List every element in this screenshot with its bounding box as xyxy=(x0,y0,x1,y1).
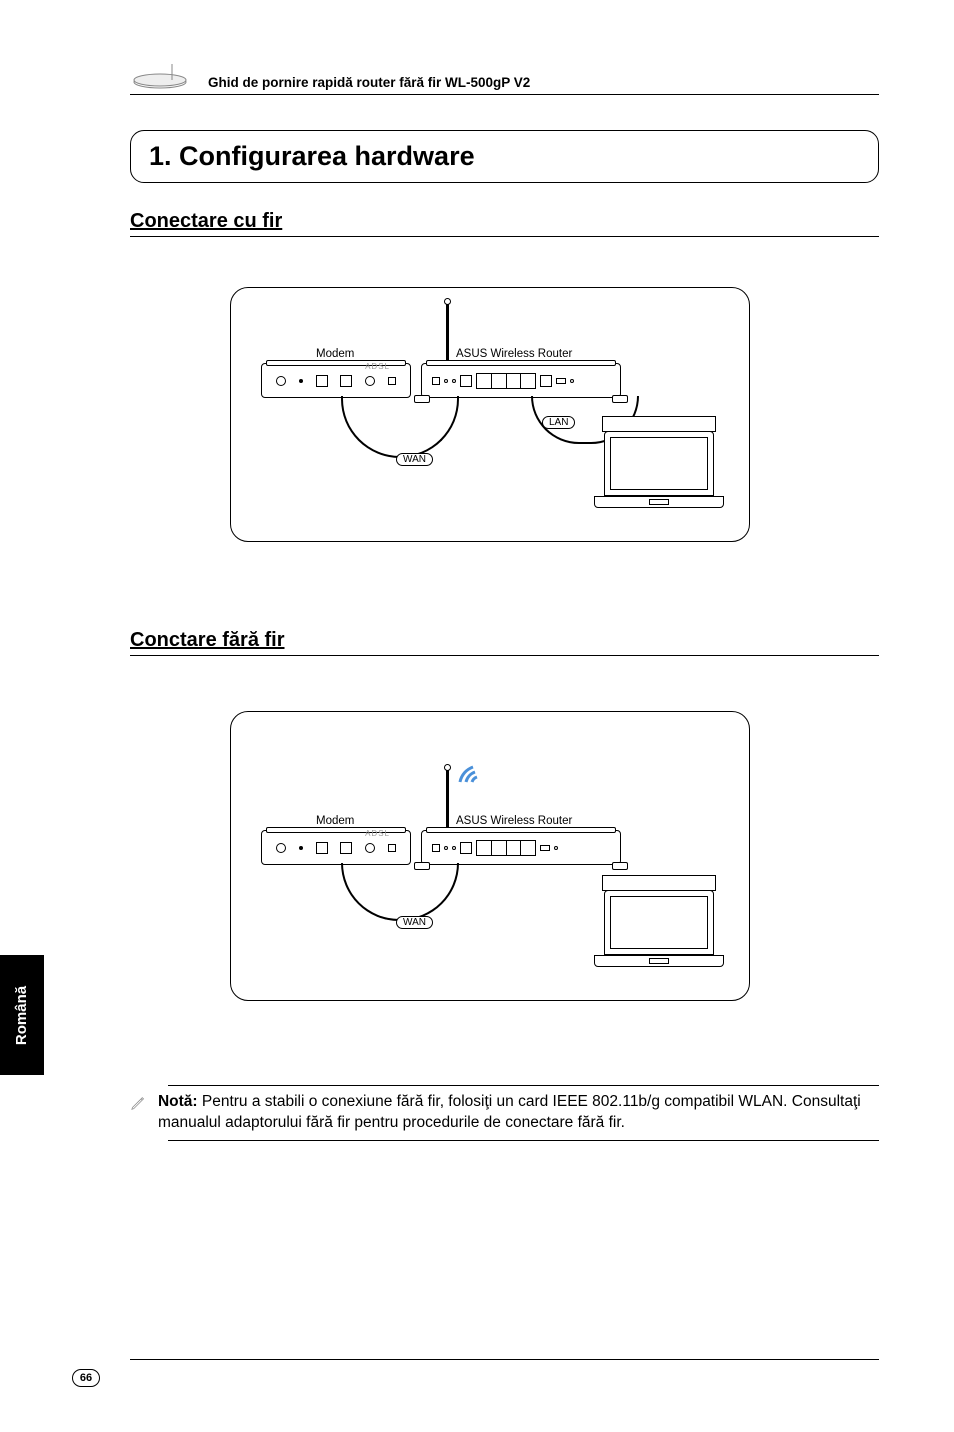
adsl-label: ADSL xyxy=(365,362,390,371)
header-title: Ghid de pornire rapidă router fără fir W… xyxy=(208,75,530,90)
pencil-note-icon xyxy=(130,1094,146,1110)
laptop-icon-2 xyxy=(594,890,724,985)
subsection-wired: Conectare cu fir Modem ASUS Wireless Rou… xyxy=(130,210,879,542)
divider-icon xyxy=(168,1085,879,1086)
language-label: Română xyxy=(14,985,31,1044)
wireless-diagram: Modem ASUS Wireless Router ADSL xyxy=(230,711,750,1001)
note-bold-label: Notă: xyxy=(158,1093,198,1110)
note-body: Pentru a stabili o conexiune fără fir, f… xyxy=(158,1093,861,1131)
wan-cable-icon xyxy=(341,396,459,458)
note-text: Notă: Pentru a stabili o conexiune fără … xyxy=(158,1092,879,1134)
wan-label: WAN xyxy=(396,453,433,466)
wifi-signal-icon xyxy=(455,757,505,807)
adsl-label-2: ADSL xyxy=(365,829,390,838)
modem-device-icon: ADSL xyxy=(261,363,411,398)
section-title-box: 1. Configurarea hardware xyxy=(130,130,879,183)
router-device-icon-2 xyxy=(421,830,621,865)
wan-label-2: WAN xyxy=(396,916,433,929)
subsection-wired-title: Conectare cu fir xyxy=(130,210,879,237)
page-number: 66 xyxy=(72,1369,100,1387)
subsection-wireless: Conctare fără fir Modem ASUS Wireless Ro… xyxy=(130,629,879,1001)
router-device-icon xyxy=(421,363,621,398)
language-tab: Română xyxy=(0,955,44,1075)
divider-icon xyxy=(168,1140,879,1141)
router-header-icon xyxy=(130,62,190,90)
page-header: Ghid de pornire rapidă router fără fir W… xyxy=(130,62,879,95)
router-label-2: ASUS Wireless Router xyxy=(456,815,572,827)
router-label: ASUS Wireless Router xyxy=(456,348,572,360)
antenna-tip-icon-2 xyxy=(444,764,451,771)
note-section: Notă: Pentru a stabili o conexiune fără … xyxy=(130,1085,879,1141)
wan-cable-icon-2 xyxy=(341,863,459,921)
antenna-icon-2 xyxy=(446,770,449,830)
antenna-icon xyxy=(446,303,449,363)
section-title: 1. Configurarea hardware xyxy=(149,141,860,172)
lan-label: LAN xyxy=(542,416,575,429)
wired-diagram: Modem ASUS Wireless Router ADSL xyxy=(230,287,750,542)
footer-divider xyxy=(130,1359,879,1360)
modem-device-icon-2: ADSL xyxy=(261,830,411,865)
subsection-wireless-title: Conctare fără fir xyxy=(130,629,879,656)
laptop-icon xyxy=(594,431,724,526)
antenna-tip-icon xyxy=(444,298,451,305)
modem-label: Modem xyxy=(316,348,354,360)
modem-label-2: Modem xyxy=(316,815,354,827)
